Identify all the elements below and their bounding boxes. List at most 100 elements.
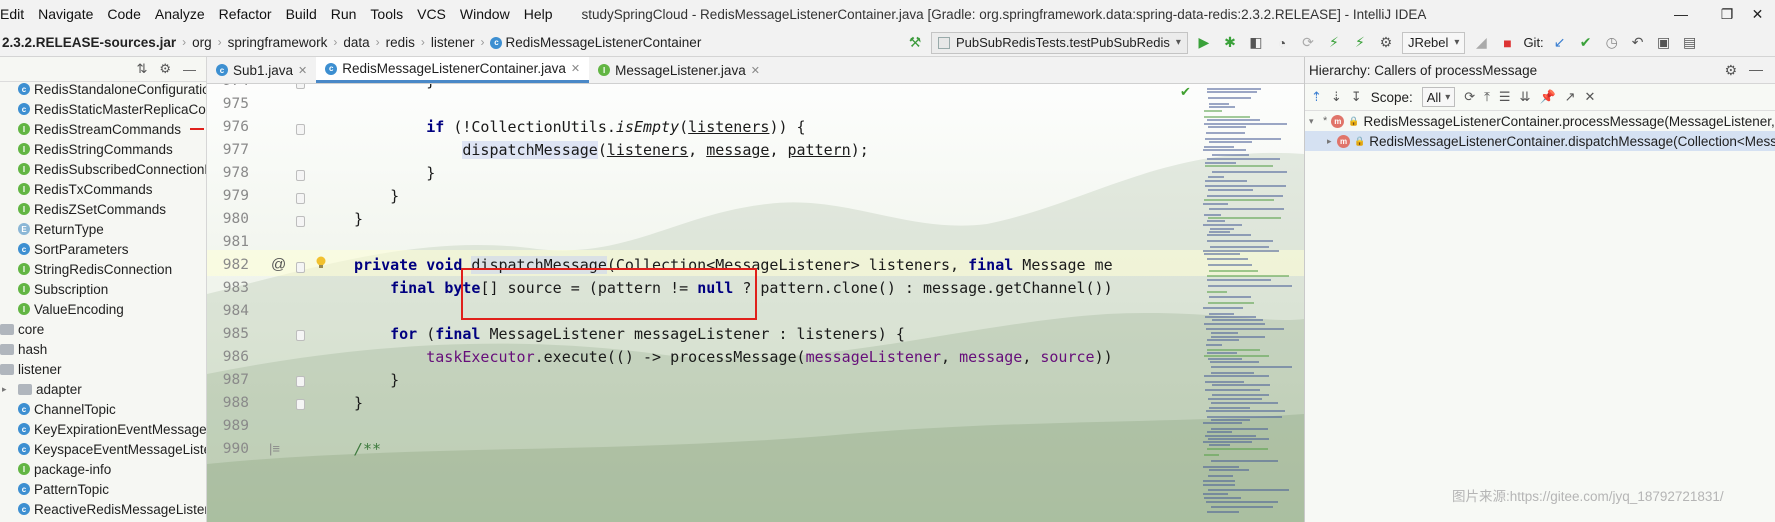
- hierarchy-row-root[interactable]: ▾ * m 🔒 RedisMessageListenerContainer.pr…: [1305, 111, 1775, 131]
- jrebel-debug-icon[interactable]: ⚡: [1350, 33, 1370, 53]
- collapse-all-icon[interactable]: ⇅: [136, 61, 147, 77]
- menu-navigate[interactable]: Navigate: [31, 6, 100, 22]
- override-at-icon[interactable]: @: [271, 256, 286, 273]
- stop-icon[interactable]: ■: [1497, 33, 1517, 53]
- tree-item[interactable]: c RedisStaticMasterReplicaConnection: [0, 99, 206, 119]
- git-history-icon[interactable]: ◷: [1602, 33, 1622, 53]
- fold-marker-icon[interactable]: [296, 262, 305, 273]
- tree-item[interactable]: hash: [0, 339, 206, 359]
- callee-hierarchy-icon[interactable]: ⇡: [1311, 89, 1322, 105]
- breadcrumb-listener[interactable]: listener: [427, 35, 479, 50]
- fold-marker-icon[interactable]: [296, 376, 305, 387]
- hierarchy-row-caller[interactable]: ▸ m 🔒 RedisMessageListenerContainer.disp…: [1305, 131, 1775, 151]
- breadcrumb-redis[interactable]: redis: [382, 35, 419, 50]
- tree-item[interactable]: ▸ adapter: [0, 379, 206, 399]
- breadcrumb-jar[interactable]: 2.3.2.RELEASE-sources.jar: [0, 35, 180, 50]
- git-rollback-icon[interactable]: ↶: [1628, 33, 1648, 53]
- open-in-editor-icon[interactable]: ↗: [1565, 89, 1576, 105]
- close-icon[interactable]: ✕: [1585, 89, 1596, 105]
- close-window-button[interactable]: ✕: [1740, 0, 1775, 28]
- tree-item[interactable]: I RedisStringCommands: [0, 139, 206, 159]
- fold-marker-icon[interactable]: [296, 399, 305, 410]
- tree-item[interactable]: I RedisTxCommands: [0, 179, 206, 199]
- scope-select[interactable]: All ▾: [1421, 87, 1456, 107]
- git-commit-icon[interactable]: ✔: [1576, 33, 1596, 53]
- menu-vcs[interactable]: VCS: [410, 6, 453, 22]
- tree-item[interactable]: c ChannelTopic: [0, 399, 206, 419]
- jrebel-agent-icon[interactable]: ⚙: [1376, 33, 1396, 53]
- tree-item[interactable]: c RedisStandaloneConfiguration: [0, 79, 206, 99]
- run-icon[interactable]: ▶: [1194, 33, 1214, 53]
- menu-analyze[interactable]: Analyze: [148, 6, 212, 22]
- fold-marker-icon[interactable]: [296, 170, 305, 181]
- tree-item[interactable]: c PatternTopic: [0, 479, 206, 499]
- debug-icon[interactable]: ✱: [1220, 33, 1240, 53]
- tree-item[interactable]: c KeyExpirationEventMessageListener: [0, 419, 206, 439]
- tree-item[interactable]: c KeyspaceEventMessageListener: [0, 439, 206, 459]
- coverage-icon[interactable]: ◧: [1246, 33, 1266, 53]
- breadcrumb-data[interactable]: data: [339, 35, 373, 50]
- chevron-right-icon[interactable]: ▸: [1327, 136, 1337, 147]
- menu-code[interactable]: Code: [100, 6, 147, 22]
- doc-comment-icon[interactable]: |≡: [269, 441, 280, 456]
- tree-item[interactable]: I Subscription: [0, 279, 206, 299]
- menu-build[interactable]: Build: [279, 6, 324, 22]
- git-update-icon[interactable]: ↙: [1550, 33, 1570, 53]
- chevron-right-icon[interactable]: ▸: [2, 384, 12, 395]
- minimize-button[interactable]: —: [1658, 0, 1704, 28]
- update-icon[interactable]: ◢: [1471, 33, 1491, 53]
- tree-item[interactable]: I RedisSubscribedConnectionException: [0, 159, 206, 179]
- refresh-icon[interactable]: ⟳: [1464, 89, 1475, 105]
- menu-run[interactable]: Run: [324, 6, 364, 22]
- minimize-panel-icon[interactable]: —: [1749, 61, 1763, 77]
- expand-all-icon[interactable]: ☰: [1499, 89, 1511, 105]
- profile-icon[interactable]: ◔: [1272, 33, 1292, 53]
- jrebel-select[interactable]: JRebel ▾: [1401, 31, 1466, 54]
- jrebel-run-icon[interactable]: ⚡: [1324, 33, 1344, 53]
- tab-redis-message-listener-container[interactable]: c RedisMessageListenerContainer.java ✕: [316, 57, 590, 83]
- run-configuration-select[interactable]: PubSubRedisTests.testPubSubRedis ▾: [931, 31, 1188, 54]
- tree-item[interactable]: core: [0, 319, 206, 339]
- close-icon[interactable]: ✕: [571, 62, 580, 75]
- sort-alphabetically-icon[interactable]: ↧: [1351, 89, 1362, 105]
- fold-marker-icon[interactable]: [296, 330, 305, 341]
- fold-marker-icon[interactable]: [296, 193, 305, 204]
- minimize-panel-icon[interactable]: —: [183, 62, 196, 77]
- tree-item[interactable]: I RedisZSetCommands: [0, 199, 206, 219]
- menu-help[interactable]: Help: [517, 6, 560, 22]
- breadcrumb-springframework[interactable]: springframework: [224, 35, 332, 50]
- tree-item[interactable]: I ValueEncoding: [0, 299, 206, 319]
- menu-tools[interactable]: Tools: [363, 6, 410, 22]
- gear-icon[interactable]: ⚙: [1724, 62, 1737, 79]
- tree-item[interactable]: Ipackage-info: [0, 459, 206, 479]
- gear-icon[interactable]: ⚙: [159, 61, 171, 77]
- menu-edit[interactable]: Edit: [0, 6, 31, 22]
- editor-minimap[interactable]: [1195, 84, 1304, 522]
- pin-icon[interactable]: 📌: [1539, 89, 1555, 105]
- attach-icon[interactable]: ⟳: [1298, 33, 1318, 53]
- lightbulb-icon[interactable]: [315, 256, 327, 270]
- tree-item[interactable]: c ReactiveRedisMessageListenerContainer: [0, 499, 206, 519]
- fold-marker-icon[interactable]: [296, 84, 305, 89]
- inspection-ok-icon[interactable]: ✔: [1180, 84, 1191, 100]
- tree-item[interactable]: listener: [0, 359, 206, 379]
- breadcrumb-org[interactable]: org: [188, 35, 216, 50]
- tree-item[interactable]: E ReturnType: [0, 219, 206, 239]
- tab-sub1[interactable]: c Sub1.java ✕: [207, 57, 316, 83]
- tree-item[interactable]: I RedisStreamCommands: [0, 119, 206, 139]
- sdk-icon[interactable]: ▤: [1680, 33, 1700, 53]
- fold-marker-icon[interactable]: [296, 216, 305, 227]
- chevron-down-icon[interactable]: ▾: [1309, 116, 1319, 127]
- fold-marker-icon[interactable]: [296, 124, 305, 135]
- close-icon[interactable]: ✕: [751, 64, 760, 77]
- menu-window[interactable]: Window: [453, 6, 517, 22]
- export-icon[interactable]: ⤒: [1484, 89, 1490, 105]
- menu-refactor[interactable]: Refactor: [212, 6, 279, 22]
- collapse-all-icon[interactable]: ⇊: [1520, 89, 1531, 105]
- tab-message-listener[interactable]: I MessageListener.java ✕: [589, 57, 769, 83]
- tree-item[interactable]: I StringRedisConnection: [0, 259, 206, 279]
- close-icon[interactable]: ✕: [298, 64, 307, 77]
- tree-item[interactable]: c SortParameters: [0, 239, 206, 259]
- project-structure-icon[interactable]: ▣: [1654, 33, 1674, 53]
- caller-hierarchy-icon[interactable]: ⇣: [1331, 89, 1342, 105]
